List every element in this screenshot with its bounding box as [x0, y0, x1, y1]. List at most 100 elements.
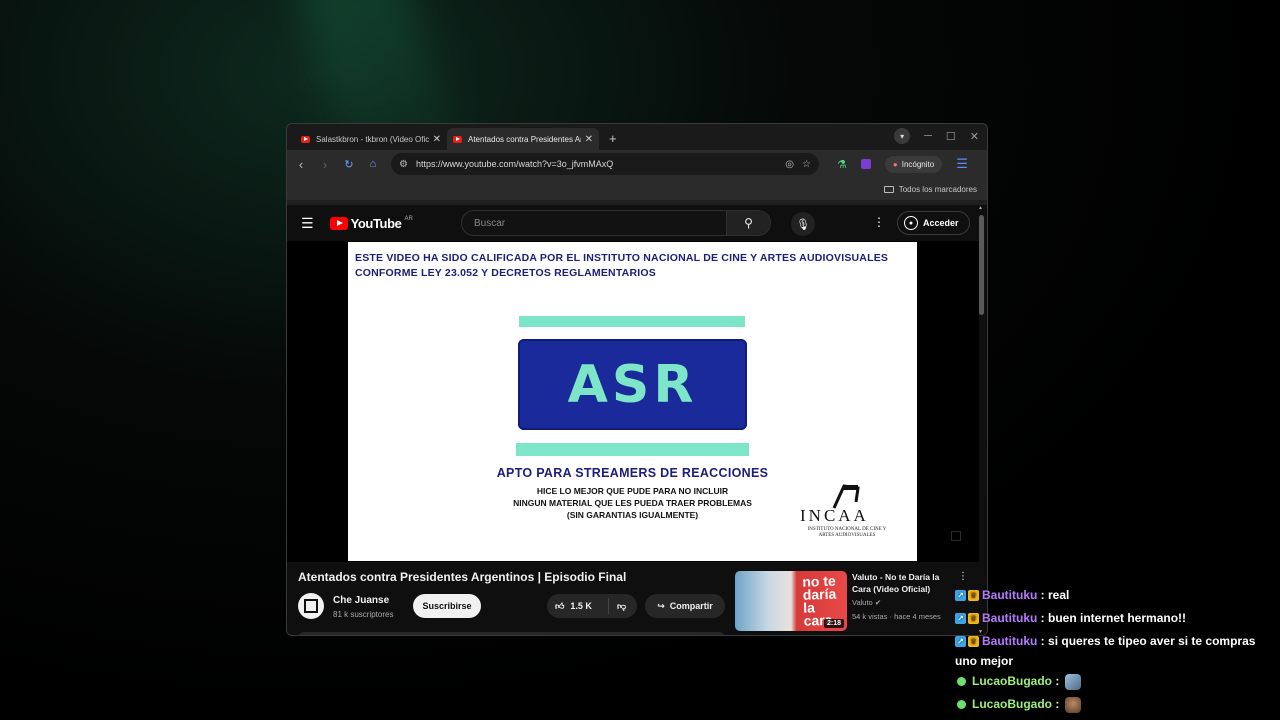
incognito-label: Incógnito: [901, 159, 935, 169]
video-title: Atentados contra Presidentes Argentinos …: [298, 570, 627, 584]
youtube-favicon-icon: [301, 135, 310, 143]
page-viewport: ☰ YouTube AR Buscar ⚲ 🎙 ⋮ ● Acceder ESTE…: [287, 205, 987, 635]
video-player[interactable]: ESTE VIDEO HA SIDO CALIFICADA POR EL INS…: [287, 241, 979, 562]
dislike-button[interactable]: 👎︎: [609, 601, 626, 612]
close-icon[interactable]: ✕: [585, 134, 593, 145]
country-code: AR: [404, 216, 413, 222]
like-count: 1.5 K: [570, 601, 592, 611]
youtube-logo-text: YouTube: [350, 215, 402, 231]
tab-salastkbron[interactable]: Salastkbron - tkbron (Video Oficial) ✕: [295, 128, 447, 150]
tab-bar: Salastkbron - tkbron (Video Oficial) ✕ A…: [287, 124, 987, 150]
eye-off-icon[interactable]: ◎: [785, 159, 794, 170]
chat-message: ↗ ♛ Bautituku : si queres te tipeo aver s…: [955, 630, 1275, 653]
url-text: https://www.youtube.com/watch?v=3o_jfvmM…: [415, 159, 614, 169]
close-icon[interactable]: ✕: [433, 134, 441, 145]
chat-emote-icon: [1065, 673, 1082, 690]
page-scrollbar[interactable]: ▲ ▼: [977, 205, 985, 635]
forward-icon[interactable]: ›: [319, 157, 331, 172]
incaa-subtitle: INSTITUTO NACIONAL DE CINE Y ARTES AUDIO…: [807, 527, 887, 538]
extension-icon[interactable]: [860, 159, 871, 169]
account-icon: ●: [904, 216, 918, 230]
recommended-channel[interactable]: Valuto ✔: [852, 598, 881, 607]
recommended-thumbnail[interactable]: no te daría la cara 2:18: [735, 571, 847, 631]
chat-message: ↗ ♛ Bautituku : buen internet hermano!!: [955, 607, 1275, 630]
browser-menu-icon[interactable]: ☰: [956, 156, 968, 172]
rating-notice: ESTE VIDEO HA SIDO CALIFICADA POR EL INS…: [355, 251, 888, 281]
labs-flask-icon[interactable]: ⚗: [837, 158, 847, 171]
back-icon[interactable]: ‹: [295, 157, 307, 172]
crown-icon: ♛: [968, 590, 979, 601]
chat-text: si queres te tipeo aver si te compras: [1048, 634, 1256, 648]
share-button[interactable]: ↪ Compartir: [645, 594, 725, 618]
chat-username: Bautituku: [982, 634, 1038, 648]
more-options-icon[interactable]: ⋮: [873, 215, 885, 229]
chat-text: real: [1048, 588, 1070, 602]
recommended-video[interactable]: no te daría la cara 2:18 Valuto - No te …: [735, 571, 968, 633]
search-icon[interactable]: ⚲: [726, 211, 770, 235]
video-frame: ESTE VIDEO HA SIDO CALIFICADA POR EL INS…: [348, 242, 917, 561]
sign-in-label: Acceder: [923, 218, 959, 228]
url-bar[interactable]: ⚙ https://www.youtube.com/watch?v=3o_jfv…: [391, 153, 819, 175]
chat-text-continued: uno mejor: [955, 654, 1014, 668]
crown-icon: ♛: [968, 636, 979, 647]
tab-search-chevron-icon[interactable]: ▾: [894, 128, 911, 144]
description-box[interactable]: [298, 632, 725, 635]
rating-top-bar: [519, 316, 745, 327]
scroll-up-icon[interactable]: ▲: [978, 205, 983, 211]
tab-atentados[interactable]: Atentados contra Presidentes Argentinos …: [447, 128, 599, 150]
incognito-badge[interactable]: ● Incógnito: [884, 155, 943, 173]
badge-icon: ↗: [955, 613, 966, 624]
badge-icon: ↗: [955, 636, 966, 647]
chat-username: Bautituku: [982, 588, 1038, 602]
video-info: Atentados contra Presidentes Argentinos …: [287, 562, 987, 635]
hamburger-menu-icon[interactable]: ☰: [301, 215, 314, 232]
verified-icon: ✔: [874, 598, 882, 607]
chat-message: LucaoBugado :: [955, 693, 1275, 716]
chat-username: Bautituku: [982, 611, 1038, 625]
subscribe-button[interactable]: Suscribirse: [413, 594, 481, 618]
thumbs-down-icon: 👎︎: [617, 600, 627, 611]
minimize-icon[interactable]: ─: [924, 130, 932, 142]
chat-badges: ↗ ♛: [955, 590, 979, 601]
rating-bottom-bar: [516, 443, 749, 456]
like-button[interactable]: 👍︎ 1.5 K: [547, 598, 609, 614]
share-icon: ↪: [657, 600, 665, 611]
chat-emote-icon: [1065, 696, 1082, 713]
microphone-icon[interactable]: 🎙: [791, 212, 815, 236]
toolbar-right: ⚗ ● Incógnito ☰: [837, 155, 968, 173]
bookmarks-bar: Todos los marcadores: [287, 178, 987, 200]
sign-in-button[interactable]: ● Acceder: [897, 211, 970, 235]
verified-badge-icon: [957, 700, 966, 709]
youtube-logo[interactable]: YouTube AR: [329, 215, 413, 231]
youtube-header: ☰ YouTube AR Buscar ⚲ 🎙 ⋮ ● Acceder: [287, 205, 987, 241]
maximize-icon[interactable]: ☐: [946, 130, 956, 143]
tab-title: Salastkbron - tkbron (Video Oficial): [316, 134, 429, 144]
reload-icon[interactable]: ↻: [343, 158, 355, 171]
youtube-favicon-icon: [453, 135, 462, 143]
recommended-meta: 54 k vistas · hace 4 meses: [852, 612, 941, 621]
channel-avatar[interactable]: [298, 593, 324, 619]
scrollbar-thumb[interactable]: [979, 215, 984, 315]
recommended-title[interactable]: Valuto - No te Daría la Cara (Video Ofic…: [852, 571, 950, 595]
all-bookmarks-link[interactable]: Todos los marcadores: [899, 185, 977, 194]
home-icon[interactable]: ⌂: [367, 158, 379, 170]
youtube-play-icon: [329, 216, 348, 230]
incaa-word: INCAA: [800, 506, 869, 525]
chat-badges: ↗ ♛: [955, 636, 979, 647]
close-window-icon[interactable]: ✕: [970, 130, 979, 143]
incaa-logo: INCAA INSTITUTO NACIONAL DE CINE Y ARTES…: [798, 482, 898, 542]
channel-name[interactable]: Che Juanse: [333, 595, 389, 606]
search-input[interactable]: Buscar: [462, 218, 726, 229]
like-dislike-group: 👍︎ 1.5 K 👎︎: [547, 594, 637, 618]
folder-icon: [883, 185, 894, 193]
new-tab-icon[interactable]: +: [609, 131, 617, 146]
recommended-more-icon[interactable]: ⋮: [958, 571, 968, 582]
site-info-icon[interactable]: ⚙: [399, 159, 408, 170]
notice-line-2: CONFORME LEY 23.052 Y DECRETOS REGLAMENT…: [355, 267, 656, 279]
notice-line-1: ESTE VIDEO HA SIDO CALIFICADA POR EL INS…: [355, 252, 889, 264]
rating-text: ASR: [567, 354, 698, 415]
bookmark-icon[interactable]: ☆: [802, 159, 811, 170]
player-corner-icon: [951, 531, 961, 541]
chat-username: LucaoBugado: [972, 697, 1052, 711]
search-box[interactable]: Buscar ⚲: [461, 210, 771, 236]
